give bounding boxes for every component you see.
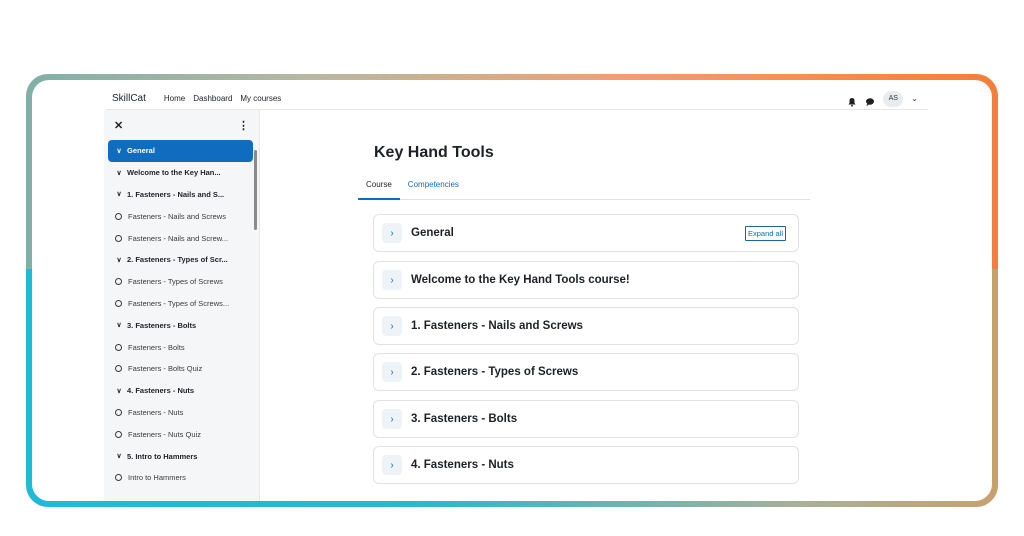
- chevron-right-icon[interactable]: ›: [382, 316, 402, 336]
- expand-all-button[interactable]: Expand all: [744, 226, 786, 241]
- completion-circle-icon: [115, 408, 122, 416]
- course-index-list: ∨ General ∨ Welcome to the Key Han... ∨ 1. …: [104, 140, 259, 489]
- course-index-section[interactable]: ∨ 3. Fasteners - Bolts: [104, 314, 259, 336]
- course-index-label: 5. Intro to Hammers: [127, 451, 198, 461]
- course-index-label: Welcome to the Key Han...: [127, 168, 221, 178]
- course-index-activity[interactable]: Fasteners - Nuts Quiz: [104, 423, 259, 445]
- chevron-right-icon[interactable]: ›: [382, 409, 402, 429]
- completion-circle-icon: [115, 365, 122, 373]
- chevron-down-icon[interactable]: ⌄: [911, 94, 918, 103]
- tab-competencies[interactable]: Competencies: [400, 170, 467, 200]
- chevron-down-icon: ∨: [116, 453, 122, 461]
- course-section-card[interactable]: › Welcome to the Key Hand Tools course!: [373, 261, 799, 299]
- completion-circle-icon: [115, 299, 122, 307]
- chevron-right-icon[interactable]: ›: [382, 270, 402, 290]
- course-index-label: Fasteners - Bolts Quiz: [128, 364, 203, 374]
- course-index-label: Intro to Hammers: [128, 473, 186, 483]
- course-index-label: Fasteners - Nuts: [128, 407, 184, 417]
- course-index-label: 1. Fasteners - Nails and S...: [127, 189, 225, 199]
- nav-link-dashboard[interactable]: Dashboard: [193, 94, 232, 103]
- course-index-activity[interactable]: Intro to Hammers: [104, 467, 259, 489]
- tab-course[interactable]: Course: [358, 170, 400, 200]
- section-title: 1. Fasteners - Nails and Screws: [411, 320, 583, 332]
- course-index-activity[interactable]: Fasteners - Nails and Screws: [104, 205, 259, 227]
- page-title: Key Hand Tools: [374, 144, 494, 161]
- course-index-activity[interactable]: Fasteners - Bolts: [104, 336, 259, 358]
- course-index-label: Fasteners - Nuts Quiz: [128, 429, 201, 439]
- course-section-card[interactable]: › 3. Fasteners - Bolts: [373, 400, 799, 438]
- section-title: 2. Fasteners - Types of Screws: [411, 366, 579, 378]
- course-index-activity[interactable]: Fasteners - Bolts Quiz: [104, 358, 259, 380]
- nav-link-home[interactable]: Home: [164, 94, 185, 103]
- completion-circle-icon: [115, 278, 122, 286]
- chat-icon[interactable]: [865, 94, 875, 106]
- course-index-label: Fasteners - Types of Screws: [128, 277, 223, 287]
- completion-circle-icon: [115, 474, 122, 482]
- course-index-section[interactable]: ∨ 1. Fasteners - Nails and S...: [104, 184, 259, 206]
- course-index-activity[interactable]: Fasteners - Nails and Screw...: [104, 227, 259, 249]
- course-index-label: Fasteners - Types of Screws...: [128, 298, 230, 308]
- nav-link-my-courses[interactable]: My courses: [240, 94, 281, 103]
- chevron-right-icon[interactable]: ›: [382, 455, 402, 475]
- nav-user-area: AS ⌄: [847, 90, 918, 107]
- browser-window: SkillCat Home Dashboard My courses AS ⌄ …: [32, 80, 992, 501]
- kebab-menu-icon[interactable]: ⋮: [238, 119, 249, 132]
- section-title: 3. Fasteners - Bolts: [411, 413, 518, 425]
- chevron-down-icon: ∨: [116, 387, 122, 395]
- completion-circle-icon: [115, 234, 122, 242]
- user-avatar[interactable]: AS: [883, 90, 904, 107]
- course-index-label: 4. Fasteners - Nuts: [127, 386, 195, 396]
- course-section-card[interactable]: › 2. Fasteners - Types of Screws: [373, 353, 799, 391]
- course-index-activity[interactable]: Fasteners - Types of Screws...: [104, 293, 259, 315]
- chevron-down-icon: ∨: [116, 322, 122, 330]
- top-navbar: SkillCat Home Dashboard My courses AS ⌄: [106, 88, 928, 110]
- completion-circle-icon: [115, 212, 122, 220]
- course-index-label: Fasteners - Nails and Screws: [128, 211, 226, 221]
- course-index-section[interactable]: ∨ 2. Fasteners - Types of Scr...: [104, 249, 259, 271]
- course-index-label: Fasteners - Nails and Screw...: [128, 233, 229, 243]
- course-index-label: General: [127, 146, 155, 156]
- gradient-frame: SkillCat Home Dashboard My courses AS ⌄ …: [26, 74, 998, 507]
- chevron-right-icon[interactable]: ›: [382, 362, 402, 382]
- course-index-label: Fasteners - Bolts: [128, 342, 185, 352]
- course-index-section[interactable]: ∨ 4. Fasteners - Nuts: [104, 380, 259, 402]
- main-content: Key Hand Tools Course Competencies › Gen…: [260, 110, 928, 501]
- course-index-label: 2. Fasteners - Types of Scr...: [127, 255, 228, 265]
- chevron-down-icon: ∨: [116, 169, 122, 177]
- course-index-activity[interactable]: Fasteners - Types of Screws: [104, 271, 259, 293]
- drawer-header: ✕ ⋮: [104, 110, 259, 140]
- chevron-down-icon: ∨: [116, 256, 122, 264]
- course-index-section[interactable]: ∨ General: [108, 140, 253, 162]
- course-index-section[interactable]: ∨ Welcome to the Key Han...: [104, 162, 259, 184]
- course-index-drawer: ✕ ⋮ ∨ General ∨ Welcome to the Key Han... …: [104, 110, 260, 501]
- bell-icon[interactable]: [847, 94, 857, 107]
- site-brand[interactable]: SkillCat: [112, 93, 146, 104]
- section-title: 4. Fasteners - Nuts: [411, 459, 514, 471]
- course-section-card[interactable]: › 1. Fasteners - Nails and Screws: [373, 307, 799, 345]
- course-index-activity[interactable]: Fasteners - Nuts: [104, 402, 259, 424]
- chevron-down-icon: ∨: [116, 147, 122, 155]
- chevron-down-icon: ∨: [116, 191, 122, 199]
- course-section-card[interactable]: › General Expand all: [373, 214, 799, 252]
- section-title: General: [411, 227, 454, 239]
- close-icon[interactable]: ✕: [114, 119, 123, 132]
- section-title: Welcome to the Key Hand Tools course!: [411, 274, 630, 286]
- completion-circle-icon: [115, 343, 122, 351]
- completion-circle-icon: [115, 430, 122, 438]
- chevron-right-icon[interactable]: ›: [382, 223, 402, 243]
- course-index-label: 3. Fasteners - Bolts: [127, 320, 197, 330]
- course-section-card[interactable]: › 4. Fasteners - Nuts: [373, 446, 799, 484]
- course-tabs: Course Competencies: [358, 170, 810, 200]
- course-index-section[interactable]: ∨ 5. Intro to Hammers: [104, 445, 259, 467]
